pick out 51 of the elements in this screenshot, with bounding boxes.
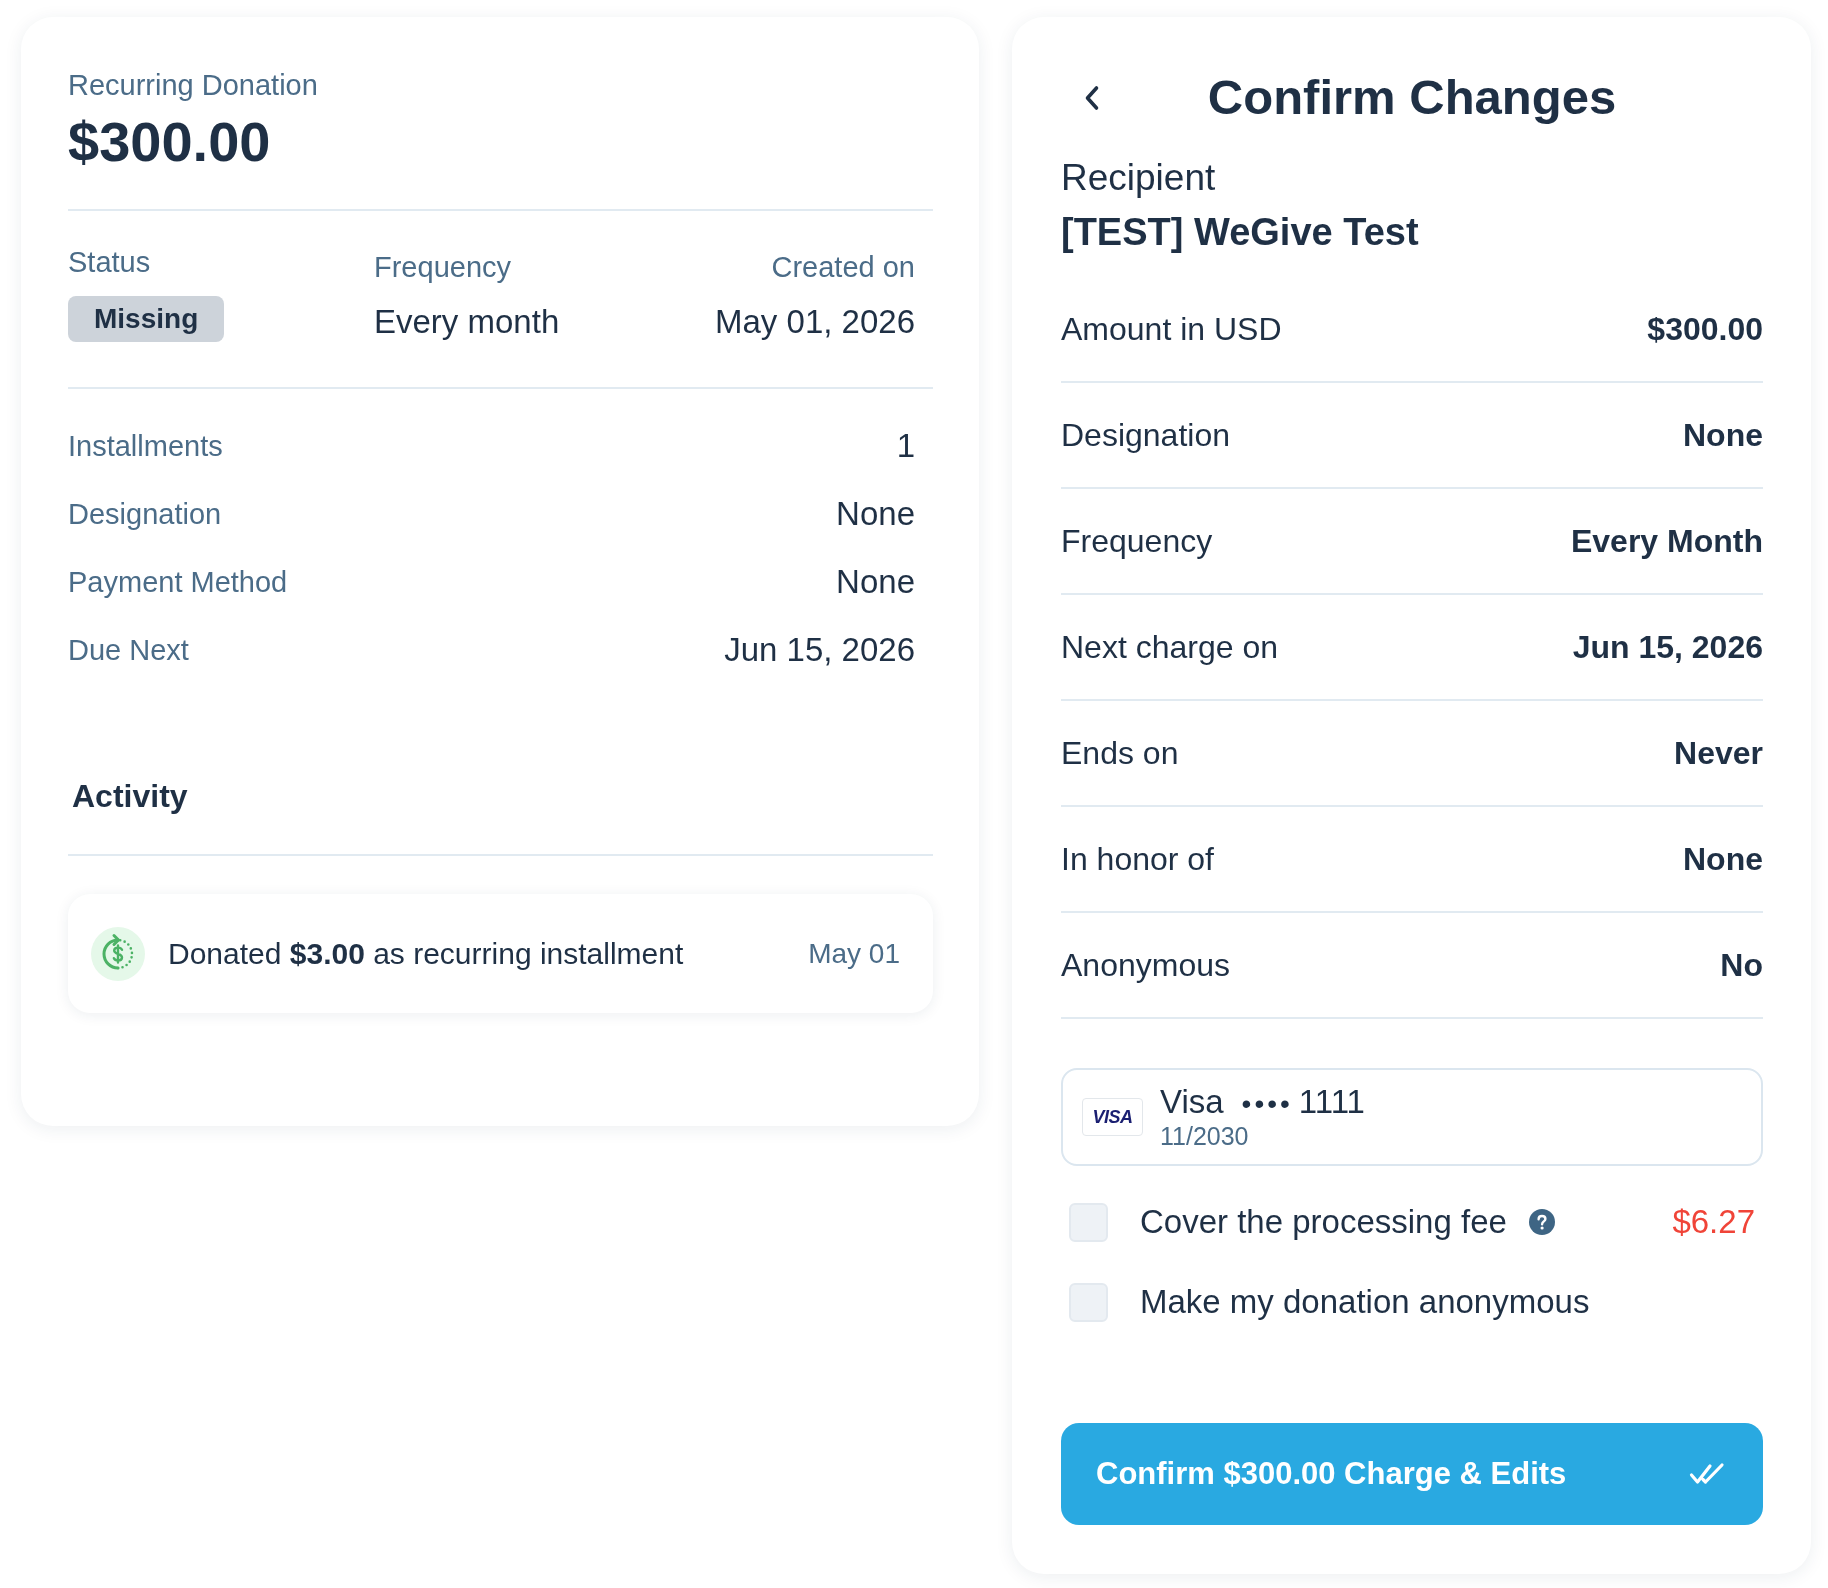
summary-value: No bbox=[1720, 946, 1763, 985]
donation-amount: $300.00 bbox=[68, 111, 272, 173]
card-last-digits: 1111 bbox=[1298, 1084, 1365, 1120]
summary-label: In honor of bbox=[1061, 840, 1214, 879]
field-label: Frequency bbox=[374, 250, 512, 285]
status-badge: Missing bbox=[68, 296, 225, 342]
detail-label: Payment Method bbox=[68, 565, 288, 600]
masked-digits: •••• bbox=[1241, 1087, 1293, 1121]
summary-label: Frequency bbox=[1061, 522, 1213, 561]
detail-value: Jun 15, 2026 bbox=[724, 630, 915, 670]
confirm-button[interactable]: Confirm $300.00 Charge & Edits bbox=[1061, 1423, 1763, 1525]
double-check-icon bbox=[1689, 1462, 1725, 1486]
detail-label: Due Next bbox=[68, 633, 189, 668]
summary-value: Jun 15, 2026 bbox=[1572, 628, 1763, 667]
fee-amount: $6.27 bbox=[1672, 1202, 1755, 1242]
checkbox[interactable] bbox=[1069, 1202, 1108, 1242]
option-label: Make my donation anonymous bbox=[1140, 1282, 1590, 1322]
detail-value: 1 bbox=[896, 426, 915, 466]
field-value: May 01, 2026 bbox=[715, 302, 915, 342]
help-icon[interactable] bbox=[1528, 1209, 1555, 1235]
summary-value: None bbox=[1683, 416, 1763, 455]
chevron-left-icon bbox=[1084, 84, 1100, 111]
summary-value: None bbox=[1683, 840, 1763, 879]
card-expiry: 11/2030 bbox=[1160, 1122, 1250, 1150]
summary-label: Amount in USD bbox=[1061, 310, 1282, 349]
field-label: Created on bbox=[770, 250, 915, 285]
field-value: Every month bbox=[374, 302, 561, 342]
summary-value: Never bbox=[1674, 734, 1763, 773]
summary-heading: Recurring Donation bbox=[68, 68, 319, 103]
summary-label: Anonymous bbox=[1061, 946, 1230, 985]
detail-value: None bbox=[836, 562, 915, 602]
detail-label: Installments bbox=[68, 429, 223, 464]
option-label: Cover the processing fee bbox=[1140, 1202, 1507, 1242]
detail-label: Designation bbox=[68, 497, 222, 532]
activity-heading: Activity bbox=[71, 777, 189, 816]
summary-label: Ends on bbox=[1061, 734, 1179, 773]
card-logo: VISA bbox=[1082, 1098, 1143, 1136]
page-title: Confirm Changes bbox=[1207, 69, 1617, 126]
recipient-label: Recipient bbox=[1061, 156, 1217, 200]
card-brand: Visa bbox=[1160, 1084, 1224, 1120]
summary-value: Every Month bbox=[1570, 522, 1763, 561]
recipient-name: [TEST] WeGive Test bbox=[1061, 210, 1420, 255]
checkbox[interactable] bbox=[1069, 1282, 1108, 1322]
summary-value: $300.00 bbox=[1647, 310, 1763, 349]
summary-label: Next charge on bbox=[1061, 628, 1278, 667]
activity-description: Donated $3.00 as recurring installment bbox=[168, 935, 684, 972]
summary-label: Designation bbox=[1061, 416, 1230, 455]
field-label: Status bbox=[68, 245, 152, 280]
recurring-dollar-icon bbox=[91, 926, 145, 981]
detail-value: None bbox=[836, 494, 915, 534]
activity-date: May 01 bbox=[808, 936, 900, 971]
